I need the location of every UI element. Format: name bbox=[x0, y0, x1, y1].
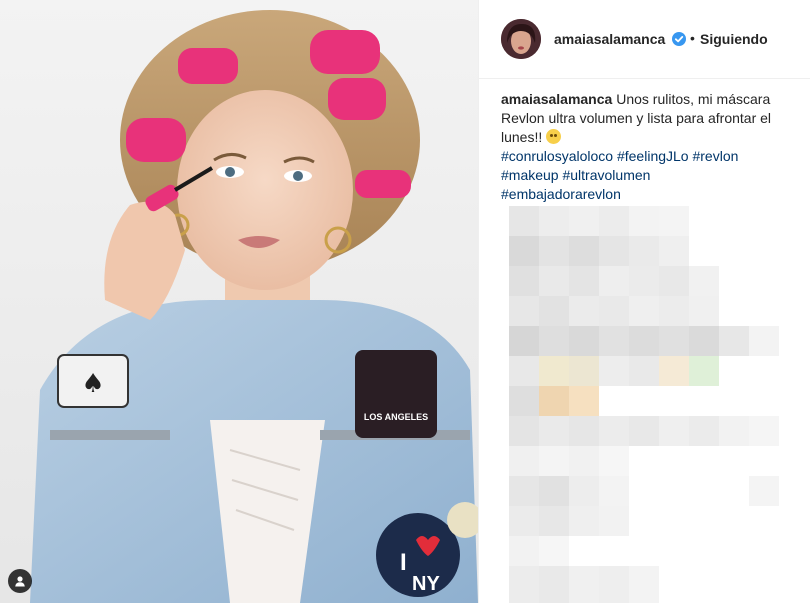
hashtag-link[interactable]: #makeup bbox=[501, 167, 559, 183]
hashtag-link[interactable]: #ultravolumen bbox=[562, 167, 650, 183]
post-photo[interactable]: LOS ANGELES ♠ I NY bbox=[0, 0, 478, 603]
hashtag-link[interactable]: #feelingJLo bbox=[617, 148, 689, 164]
svg-text:LOS ANGELES: LOS ANGELES bbox=[364, 412, 428, 422]
hashtag-link[interactable]: #embajadorarevlon bbox=[501, 186, 621, 202]
post-caption: amaiasalamanca Unos rulitos, mi máscara … bbox=[501, 90, 801, 204]
post-side-panel: amaiasalamanca • Siguiendo amaiasalamanc… bbox=[479, 0, 810, 603]
person-tag-icon[interactable] bbox=[8, 569, 32, 593]
svg-text:♠: ♠ bbox=[81, 369, 104, 399]
avatar[interactable] bbox=[501, 19, 541, 59]
post-photo-illustration: LOS ANGELES ♠ I NY bbox=[30, 10, 478, 603]
grimacing-face-emoji bbox=[546, 129, 562, 144]
svg-text:I: I bbox=[400, 549, 407, 576]
pixel-blocks bbox=[509, 206, 779, 603]
pixelated-comments-area bbox=[509, 206, 779, 603]
verified-badge-icon bbox=[672, 32, 686, 46]
hashtag-link[interactable]: #revlon bbox=[692, 148, 738, 164]
hashtag-link[interactable]: #conrulosyaloloco bbox=[501, 148, 613, 164]
post-header: amaiasalamanca • Siguiendo bbox=[479, 0, 810, 79]
caption-username-link[interactable]: amaiasalamanca bbox=[501, 91, 612, 107]
svg-text:NY: NY bbox=[412, 573, 440, 595]
separator-dot: • bbox=[690, 30, 695, 46]
following-button[interactable]: Siguiendo bbox=[700, 31, 768, 47]
username-link[interactable]: amaiasalamanca bbox=[554, 31, 665, 47]
avatar-image bbox=[501, 19, 541, 59]
person-glyph bbox=[15, 576, 25, 587]
